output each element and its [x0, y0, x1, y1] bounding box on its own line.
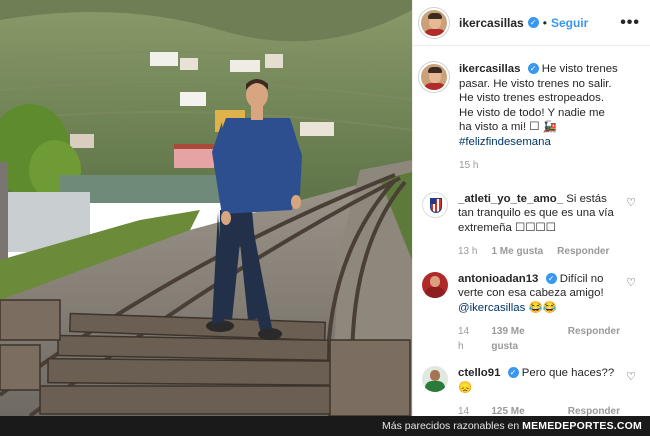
footer-site[interactable]: MEMEDEPORTES.COM — [522, 420, 642, 432]
verified-icon: ✓ — [527, 63, 539, 75]
comment-likes[interactable]: 139 Me gusta — [491, 325, 553, 354]
post-sidebar: ikercasillas ✓ • Seguir ••• ikercasillas… — [412, 0, 650, 432]
watermark-footer: Más parecidos razonables en MEMEDEPORTES… — [0, 416, 650, 436]
mention-link[interactable]: @ikercasillas — [458, 302, 525, 314]
comment-time[interactable]: 14 h — [458, 325, 477, 354]
separator-dot: • — [542, 15, 547, 30]
commenter-avatar[interactable] — [422, 191, 448, 218]
like-heart-icon[interactable]: ♡ — [626, 370, 636, 383]
author-avatar[interactable] — [419, 7, 449, 38]
comment-emoji: 😂😂 — [528, 301, 557, 314]
comment-likes[interactable]: 1 Me gusta — [491, 245, 543, 260]
comment-time[interactable]: 13 h — [458, 245, 477, 260]
comments-section: ikercasillas ✓ He visto trenes pasar. He… — [413, 46, 650, 434]
commenter-avatar[interactable] — [422, 366, 448, 392]
like-heart-icon[interactable]: ♡ — [626, 196, 636, 209]
hashtag-link[interactable]: #felizfindesemana — [459, 136, 551, 148]
like-heart-icon[interactable]: ♡ — [626, 276, 636, 289]
caption-time[interactable]: 15 h — [459, 159, 478, 174]
post-header: ikercasillas ✓ • Seguir ••• — [413, 0, 650, 46]
follow-button[interactable]: Seguir — [551, 16, 588, 30]
reply-button[interactable]: Responder — [557, 245, 609, 260]
footer-text: Más parecidos razonables en — [382, 420, 520, 432]
verified-icon: ✓ — [527, 17, 539, 28]
comment: _atleti_yo_te_amo_ Si estás tan tranquil… — [419, 191, 636, 260]
post-photo[interactable] — [0, 0, 412, 416]
commenter-username[interactable]: antonioadan13 — [458, 273, 538, 285]
author-username[interactable]: ikercasillas — [459, 16, 524, 30]
commenter-username[interactable]: _atleti_yo_te_amo_ — [458, 193, 563, 205]
verified-icon: ✓ — [545, 272, 557, 284]
reply-button[interactable]: Responder — [568, 325, 620, 354]
comment: antonioadan13 ✓ Difícil no verte con esa… — [419, 271, 636, 355]
caption: ikercasillas ✓ He visto trenes pasar. He… — [419, 62, 636, 174]
commenter-avatar[interactable] — [422, 271, 448, 298]
verified-icon: ✓ — [507, 367, 519, 379]
caption-username[interactable]: ikercasillas — [459, 63, 520, 75]
commenter-username[interactable]: ctello91 — [458, 367, 500, 379]
caption-avatar[interactable] — [419, 62, 449, 92]
more-options-icon[interactable]: ••• — [620, 14, 640, 32]
